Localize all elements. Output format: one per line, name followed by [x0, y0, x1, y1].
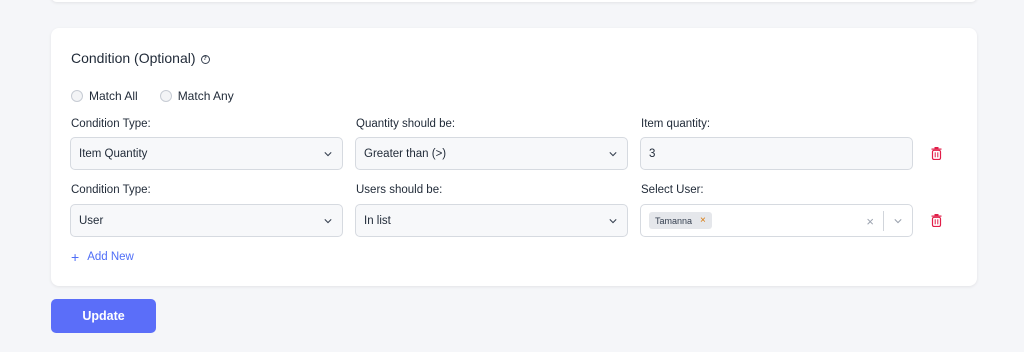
add-new-button[interactable]: + Add New: [71, 249, 134, 265]
select-user-multiselect[interactable]: Tamanna × ×: [640, 204, 913, 237]
condition-type-value: User: [79, 214, 104, 227]
user-tag: Tamanna ×: [649, 212, 712, 229]
quantity-operator-value: Greater than (>): [364, 147, 447, 160]
chevron-down-icon: [324, 219, 332, 224]
chevron-down-icon: [609, 219, 617, 224]
quantity-operator-select[interactable]: Greater than (>): [355, 137, 628, 170]
item-quantity-input[interactable]: 3: [640, 137, 913, 170]
chevron-down-icon: [609, 152, 617, 157]
match-all-radio[interactable]: Match All: [71, 89, 138, 103]
radio-circle-icon[interactable]: [71, 90, 83, 102]
radio-circle-icon[interactable]: [159, 90, 172, 102]
users-operator-label: Users should be:: [356, 184, 443, 196]
condition-card: Condition (Optional) ? Match All Match A…: [51, 28, 977, 286]
condition-type-label: Condition Type:: [71, 118, 151, 130]
clear-selection-icon[interactable]: ×: [866, 214, 874, 229]
section-title-text: Condition (Optional): [71, 50, 196, 66]
condition-type-value: Item Quantity: [79, 147, 148, 160]
users-operator-value: In list: [364, 214, 391, 227]
add-new-label: Add New: [87, 251, 134, 263]
remove-tag-icon[interactable]: ×: [700, 215, 706, 226]
item-quantity-value: 3: [649, 147, 656, 160]
match-radio-group: Match All Match Any: [71, 89, 234, 103]
trash-icon[interactable]: [931, 214, 942, 227]
select-user-label: Select User:: [641, 184, 704, 196]
divider: [883, 211, 884, 231]
trash-icon[interactable]: [931, 147, 942, 160]
condition-type-select[interactable]: User: [70, 204, 343, 237]
condition-type-select[interactable]: Item Quantity: [70, 137, 343, 170]
section-title: Condition (Optional) ?: [71, 50, 210, 66]
condition-type-label: Condition Type:: [71, 184, 151, 196]
plus-icon: +: [71, 249, 80, 265]
match-any-label: Match Any: [177, 89, 234, 103]
user-tag-label: Tamanna: [655, 215, 693, 226]
quantity-operator-label: Quantity should be:: [356, 118, 456, 130]
chevron-down-icon[interactable]: [894, 217, 902, 225]
chevron-down-icon: [324, 152, 332, 157]
users-operator-select[interactable]: In list: [355, 204, 628, 237]
previous-card: [51, 0, 977, 2]
update-button[interactable]: Update: [51, 299, 156, 333]
match-any-radio[interactable]: Match Any: [159, 89, 234, 103]
match-all-label: Match All: [89, 89, 138, 103]
question-circle-icon[interactable]: ?: [200, 55, 210, 64]
item-quantity-label: Item quantity:: [641, 118, 711, 130]
